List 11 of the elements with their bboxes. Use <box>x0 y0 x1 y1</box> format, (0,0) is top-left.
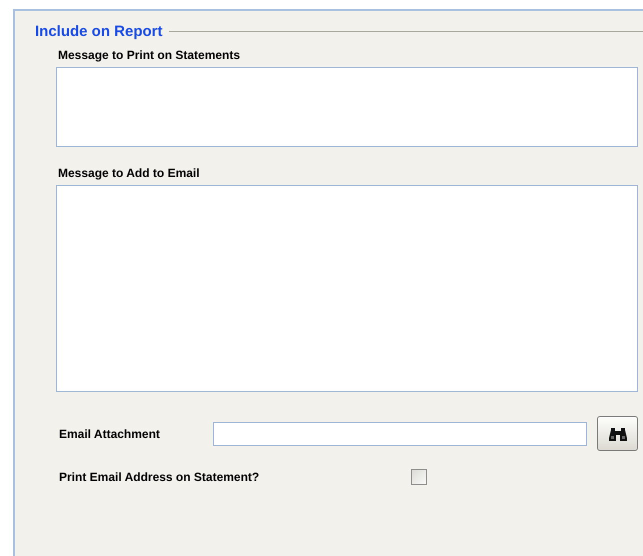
email-message-field[interactable] <box>56 185 638 392</box>
browse-button[interactable] <box>597 416 638 451</box>
group-title: Include on Report <box>35 23 162 40</box>
field-label: Message to Add to Email <box>58 166 201 180</box>
checkbox-label: Print Email Address on Statement? <box>59 470 260 484</box>
field-label: Message to Print on Statements <box>58 48 242 62</box>
binoculars-icon <box>608 426 627 440</box>
attachment-field[interactable] <box>213 422 588 446</box>
statement-message-field[interactable] <box>56 67 638 147</box>
print-email-checkbox[interactable] <box>411 469 427 485</box>
field-label: Email Attachment <box>58 426 161 440</box>
